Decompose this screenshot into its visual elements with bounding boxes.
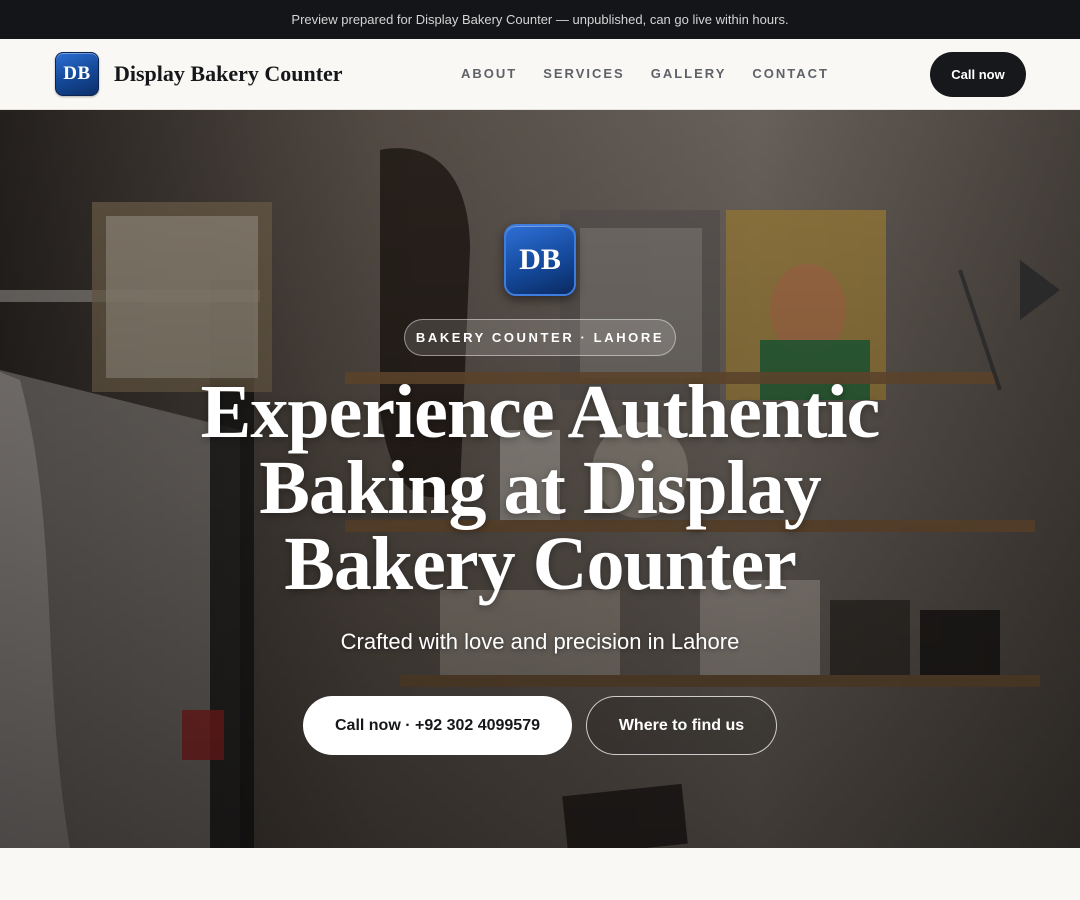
brand-logo[interactable]: DB: [55, 52, 99, 96]
site-header: DB Display Bakery Counter ABOUT SERVICES…: [0, 39, 1080, 110]
hero-title: Experience Authentic Baking at Display B…: [200, 370, 881, 606]
where-to-find-us-button[interactable]: Where to find us: [586, 696, 777, 755]
nav-link-services[interactable]: SERVICES: [543, 66, 625, 81]
header-call-now-button[interactable]: Call now: [930, 52, 1026, 97]
nav-link-contact[interactable]: CONTACT: [752, 66, 829, 81]
preview-banner-text: Preview prepared for Display Bakery Coun…: [291, 12, 789, 27]
call-now-phone-button[interactable]: Call now · +92 302 4099579: [303, 696, 572, 755]
brand[interactable]: DB Display Bakery Counter: [55, 52, 343, 96]
hero-tag-pill: BAKERY COUNTER · LAHORE: [404, 319, 676, 356]
hero-logo: DB: [504, 224, 576, 296]
preview-banner: Preview prepared for Display Bakery Coun…: [0, 0, 1080, 39]
nav-link-about[interactable]: ABOUT: [461, 66, 517, 81]
brand-name[interactable]: Display Bakery Counter: [114, 61, 343, 87]
hero-section: DB BAKERY COUNTER · LAHORE Experience Au…: [0, 110, 1080, 848]
next-section: [0, 848, 1080, 900]
hero-subtitle: Crafted with love and precision in Lahor…: [340, 629, 740, 654]
nav-link-gallery[interactable]: GALLERY: [651, 66, 727, 81]
hero-content: DB BAKERY COUNTER · LAHORE Experience Au…: [0, 110, 1080, 848]
main-nav: ABOUT SERVICES GALLERY CONTACT: [461, 66, 829, 81]
